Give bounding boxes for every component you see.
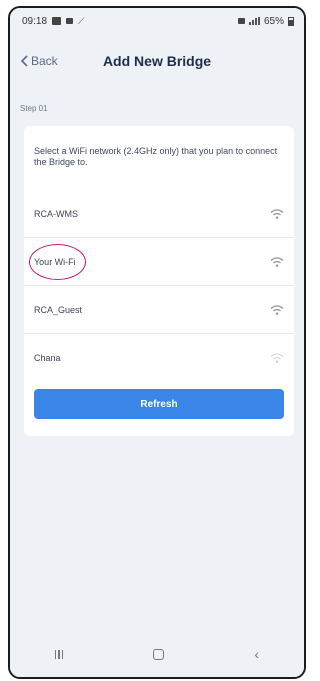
network-list: RCA-WMS Your Wi-Fi RCA_Guest Chana [24, 190, 294, 382]
back-nav-icon[interactable]: ‹ [254, 647, 259, 661]
refresh-button[interactable]: Refresh [34, 389, 284, 419]
status-bar: 09:18 ⟋ 65% [10, 8, 304, 34]
back-button[interactable]: Back [20, 42, 58, 80]
recents-icon[interactable] [54, 649, 64, 659]
alarm-icon [237, 18, 245, 24]
chevron-left-icon [20, 55, 28, 67]
network-card: Select a WiFi network (2.4GHz only) that… [24, 126, 294, 436]
screenshot-frame: 09:18 ⟋ 65% Add New Bridge Back Step 01 … [0, 0, 314, 681]
wifi-strong-icon [270, 208, 284, 219]
status-time: 09:18 [22, 15, 48, 27]
back-label: Back [31, 54, 58, 68]
android-nav-bar: ‹ [10, 631, 304, 677]
wifi-weak-icon [270, 353, 284, 363]
network-name: Chana [34, 353, 61, 363]
app-header: Add New Bridge Back [10, 42, 304, 80]
wifi-strong-icon [270, 304, 284, 315]
network-item-chana[interactable]: Chana [24, 334, 294, 382]
network-item-rca-wms[interactable]: RCA-WMS [24, 190, 294, 238]
highlight-circle [29, 244, 86, 280]
wifi-strong-icon [270, 256, 284, 267]
phone-screen: 09:18 ⟋ 65% Add New Bridge Back Step 01 … [8, 6, 306, 679]
network-name: RCA-WMS [34, 208, 78, 219]
step-label: Step 01 [20, 104, 48, 113]
gallery-notification-icon [52, 17, 62, 25]
tool-notification-icon: ⟋ [78, 15, 85, 26]
status-left: 09:18 ⟋ [22, 16, 84, 27]
battery-icon [288, 16, 294, 26]
network-name: RCA_Guest [34, 304, 83, 315]
home-icon[interactable] [153, 648, 165, 660]
battery-percent: 65% [263, 15, 284, 27]
status-right: 65% [237, 15, 294, 27]
network-item-rca-guest[interactable]: RCA_Guest [24, 286, 294, 334]
instruction-text: Select a WiFi network (2.4GHz only) that… [34, 146, 278, 167]
signal-strength-icon [248, 17, 260, 25]
folder-notification-icon [66, 18, 74, 24]
network-item-your-wifi[interactable]: Your Wi-Fi [24, 238, 294, 286]
